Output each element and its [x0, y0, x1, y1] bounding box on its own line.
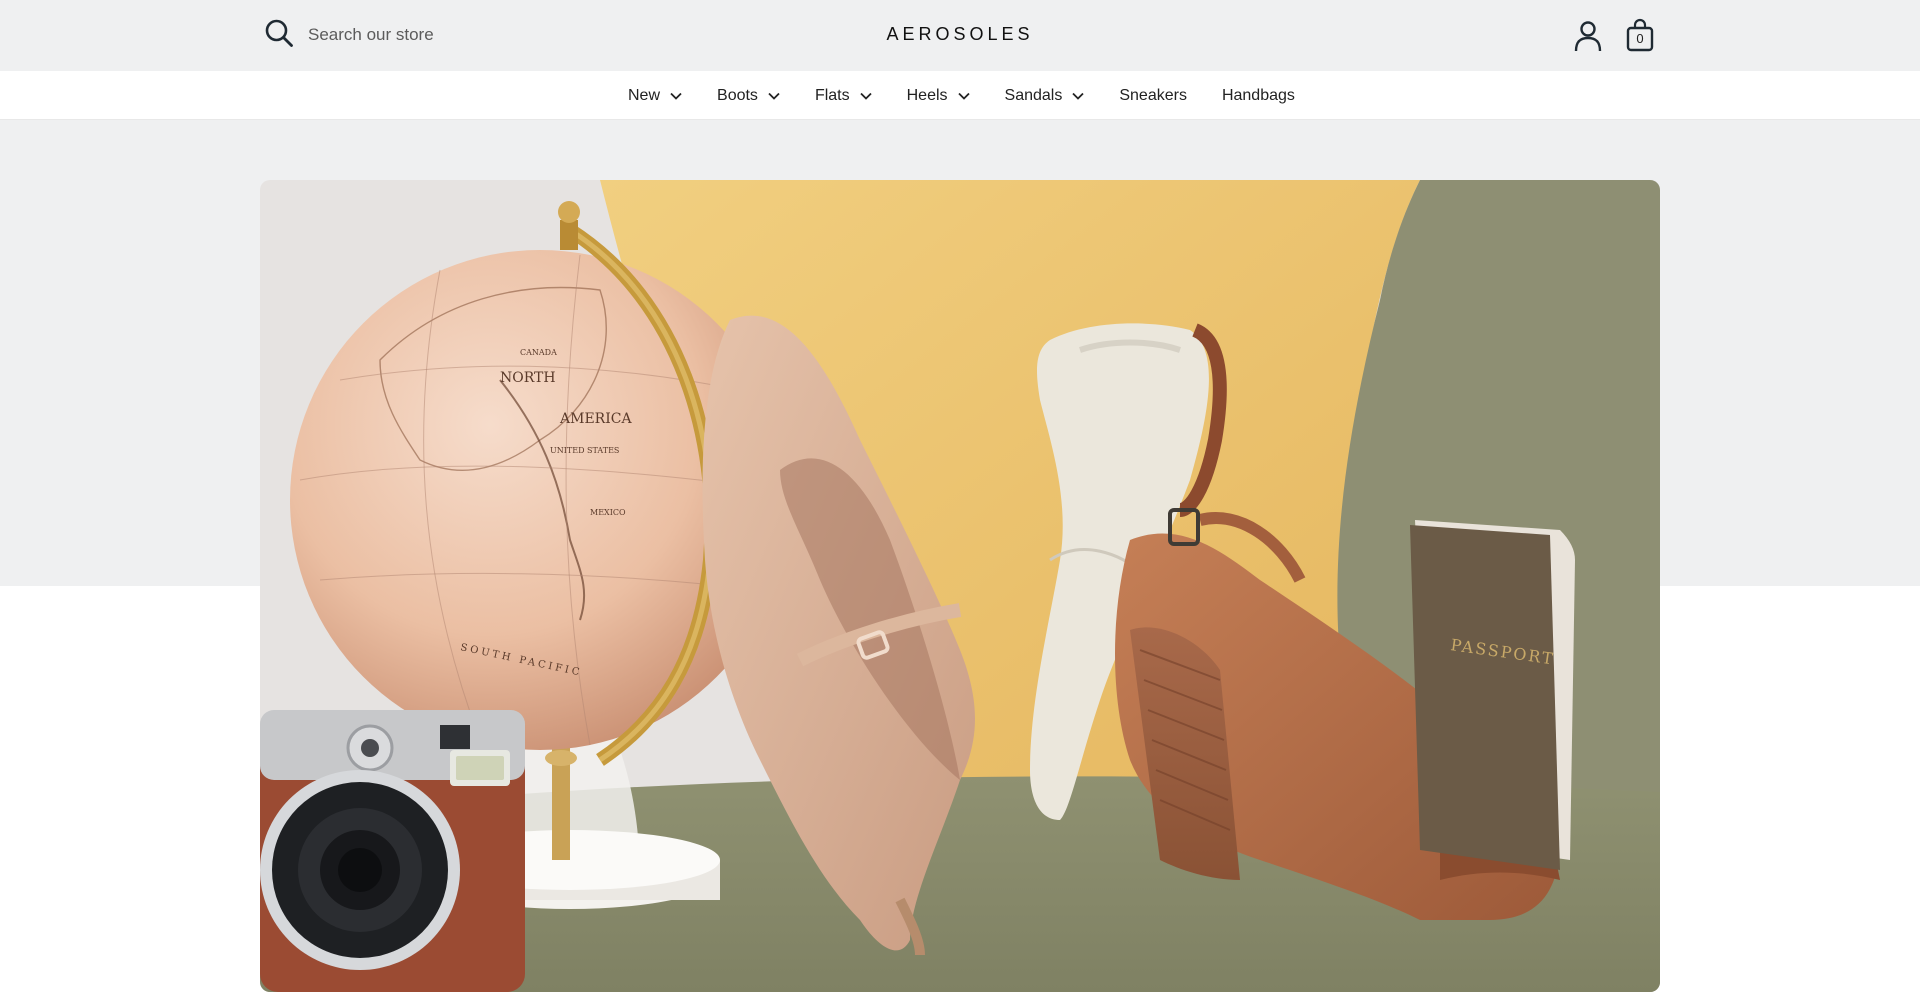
nav-item-flats[interactable]: Flats — [815, 87, 872, 105]
search-icon[interactable] — [264, 18, 294, 53]
chevron-down-icon[interactable] — [859, 92, 872, 100]
globe-label-us: UNITED STATES — [550, 446, 619, 455]
search-bar[interactable] — [264, 18, 608, 52]
globe-label-america: AMERICA — [559, 411, 632, 427]
globe-label-mexico: MEXICO — [590, 508, 626, 517]
nav-item-handbags[interactable]: Handbags — [1222, 87, 1295, 105]
nav-item-heels[interactable]: Heels — [907, 87, 970, 105]
hero-image: NORTH AMERICA UNITED STATES MEXICO CANAD… — [260, 180, 1660, 992]
brand-logo[interactable]: AEROSOLES — [880, 24, 1040, 45]
chevron-down-icon[interactable] — [670, 92, 682, 100]
nav-item-label: New — [628, 86, 661, 104]
account-icon[interactable] — [1573, 20, 1603, 52]
chevron-down-icon[interactable] — [768, 92, 780, 100]
shopping-bag-icon[interactable]: 0 — [1624, 18, 1656, 52]
header-bar: AEROSOLES 0 — [0, 0, 1920, 71]
search-input[interactable] — [308, 25, 608, 45]
nav-item-label: Sneakers — [1119, 86, 1187, 104]
cart-count: 0 — [1636, 31, 1644, 46]
globe-label-north: NORTH — [500, 370, 556, 386]
nav-item-label: Handbags — [1221, 86, 1295, 104]
chevron-down-icon[interactable] — [1072, 92, 1084, 100]
nav-item-sneakers[interactable]: Sneakers — [1119, 87, 1187, 105]
nav-menu: New Boots Flats Heels Sandals Sneakers Handbag… — [628, 71, 1295, 120]
nav-item-label: Boots — [717, 86, 758, 104]
instant-camera — [260, 710, 525, 992]
passport: PASSPORT — [1410, 520, 1575, 870]
nav-item-new[interactable]: New — [628, 87, 682, 105]
nav-item-boots[interactable]: Boots — [717, 87, 780, 105]
globe-label-canada: CANADA — [520, 348, 557, 357]
main-navigation: New Boots Flats Heels Sandals Sneakers Handbag… — [0, 71, 1920, 120]
hero-banner[interactable]: NORTH AMERICA UNITED STATES MEXICO CANAD… — [260, 180, 1660, 992]
nav-item-label: Heels — [906, 86, 948, 104]
nav-item-label: Sandals — [1004, 86, 1063, 104]
nav-item-label: Flats — [814, 86, 850, 104]
nav-item-sandals[interactable]: Sandals — [1005, 87, 1085, 105]
chevron-down-icon[interactable] — [957, 92, 970, 100]
